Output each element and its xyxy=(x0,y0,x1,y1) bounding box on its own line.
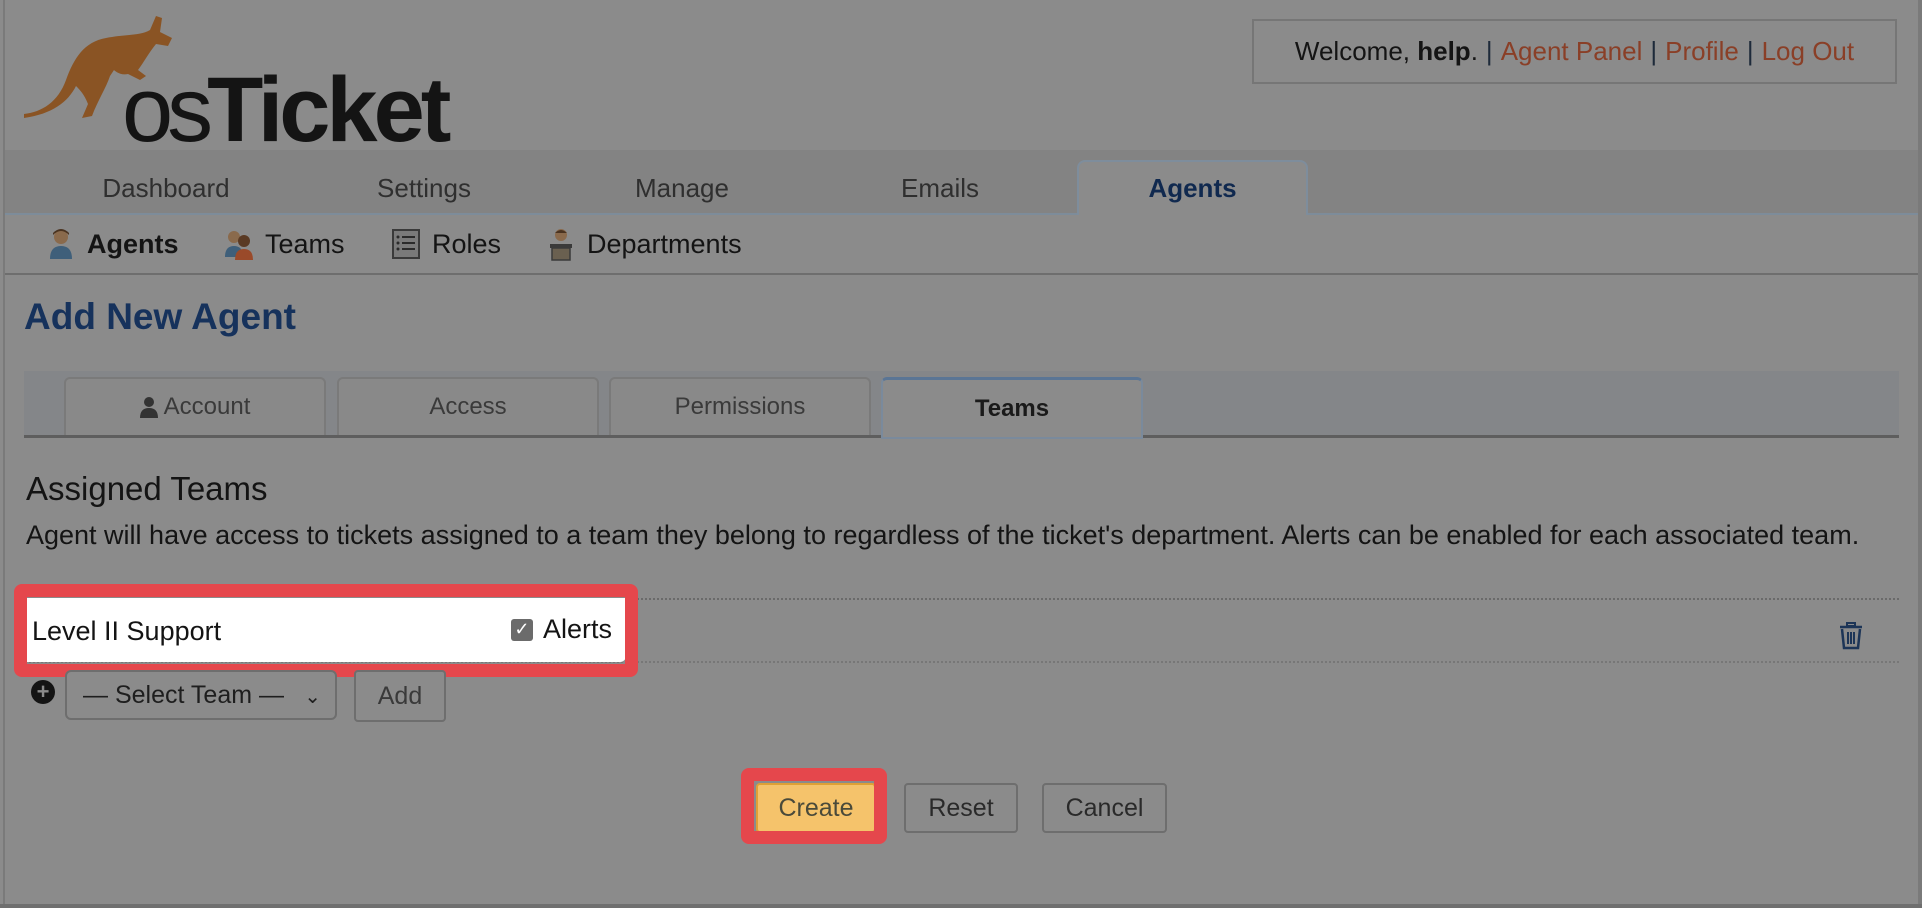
tab-account[interactable]: Account xyxy=(64,377,326,435)
user-icon xyxy=(139,397,158,418)
agent-panel-link[interactable]: Agent Panel xyxy=(1501,36,1643,67)
profile-link[interactable]: Profile xyxy=(1665,36,1739,67)
welcome-text: Welcome, xyxy=(1294,36,1410,66)
frame-border-left xyxy=(3,0,5,908)
section-title: Assigned Teams xyxy=(26,470,268,507)
select-value: — Select Team — xyxy=(83,680,285,709)
subnav-label: Agents xyxy=(87,228,179,259)
subnav-item-roles[interactable]: Roles xyxy=(390,227,501,261)
separator: | xyxy=(1746,36,1754,66)
roles-list-icon xyxy=(392,229,420,259)
page-title: Add New Agent xyxy=(24,296,297,337)
tab-label: Account xyxy=(163,393,251,420)
teams-icon xyxy=(225,231,253,260)
team-select[interactable]: — Select Team — ⌄ xyxy=(65,670,337,720)
chevron-down-icon: ⌄ xyxy=(304,686,321,708)
subnav-item-agents[interactable]: Agents xyxy=(45,227,179,261)
sub-nav: Agents Teams Roles Departments xyxy=(5,215,1918,275)
logo-ticket-text: Ticket xyxy=(207,59,451,161)
logo-wordmark: osTicket xyxy=(122,64,451,156)
subnav-label: Departments xyxy=(587,228,742,259)
nav-tab-emails[interactable]: Emails xyxy=(820,164,1060,213)
reset-button[interactable]: Reset xyxy=(904,783,1018,833)
welcome-suffix: . xyxy=(1470,36,1478,66)
user-welcome-box: Welcome, help. | Agent Panel | Profile |… xyxy=(1252,19,1897,84)
tab-access[interactable]: Access xyxy=(337,377,599,435)
separator: | xyxy=(1650,36,1658,66)
cancel-button[interactable]: Cancel xyxy=(1042,783,1167,833)
page: osTicket Welcome, help. | Agent Panel | … xyxy=(0,0,1922,908)
osticket-logo[interactable]: osTicket xyxy=(22,6,451,156)
logout-link[interactable]: Log Out xyxy=(1762,36,1855,67)
frame-border-right xyxy=(1918,0,1922,908)
annotation-highlight-team-row xyxy=(14,584,638,677)
main-nav: Dashboard Settings Manage Emails Agents xyxy=(5,150,1918,215)
nav-tab-manage[interactable]: Manage xyxy=(562,164,802,213)
department-icon xyxy=(550,229,572,261)
add-team-button[interactable]: Add xyxy=(354,670,446,722)
trash-icon[interactable] xyxy=(1838,622,1864,650)
add-circle-icon: + xyxy=(31,680,55,704)
subnav-label: Roles xyxy=(432,228,502,259)
agent-icon xyxy=(50,229,72,259)
frame-border-bottom xyxy=(0,904,1922,908)
username: help xyxy=(1417,36,1471,66)
nav-tab-settings[interactable]: Settings xyxy=(304,164,544,213)
tab-teams[interactable]: Teams xyxy=(881,377,1143,439)
subnav-label: Teams xyxy=(265,228,345,259)
separator: | xyxy=(1485,36,1493,66)
nav-tab-dashboard[interactable]: Dashboard xyxy=(46,164,286,213)
subnav-item-teams[interactable]: Teams xyxy=(223,227,345,261)
form-tab-bar: Account Access Permissions Teams xyxy=(24,371,1899,439)
tab-permissions[interactable]: Permissions xyxy=(609,377,871,435)
annotation-highlight-create xyxy=(741,768,887,844)
nav-tab-agents[interactable]: Agents xyxy=(1077,160,1308,215)
logo-os-text: os xyxy=(122,59,213,161)
subnav-item-departments[interactable]: Departments xyxy=(545,227,742,261)
section-description: Agent will have access to tickets assign… xyxy=(26,520,1860,550)
